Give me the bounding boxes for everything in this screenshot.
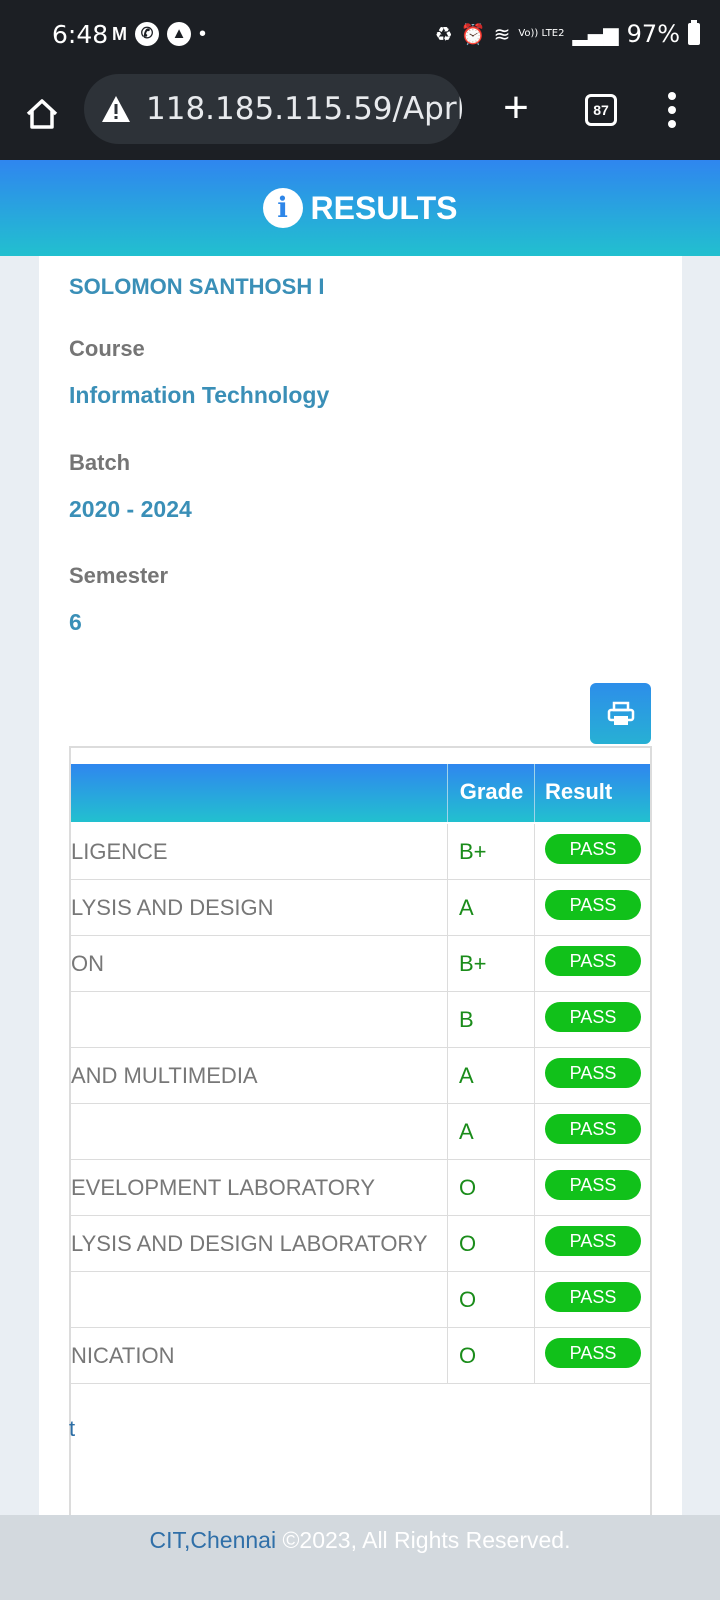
grade-cell: O	[447, 1272, 535, 1328]
status-badge: PASS	[545, 1282, 641, 1312]
signal-icon: ▂▄▆	[572, 22, 619, 46]
batch-label: Batch	[69, 450, 131, 475]
grade-cell: B	[447, 992, 535, 1048]
result-cell: PASS	[534, 992, 650, 1048]
grade-cell: B+	[447, 936, 535, 992]
table-row: NICATION O PASS	[71, 1328, 650, 1384]
result-card: SOLOMON SANTHOSH I Course Information Te…	[39, 256, 682, 1516]
grade-cell: O	[447, 1160, 535, 1216]
table-row: B PASS	[71, 992, 650, 1048]
semester-value: 6	[69, 609, 82, 635]
new-tab-button[interactable]: +	[496, 86, 536, 130]
grade-cell: O	[447, 1328, 535, 1384]
batch-value: 2020 - 2024	[69, 496, 192, 522]
grade-cell: O	[447, 1216, 535, 1272]
notification-icons: M ✆ ▲ •	[112, 22, 206, 46]
volte-icon: Vo)) LTE2	[518, 28, 565, 39]
grade-cell: B+	[447, 824, 535, 880]
grade-cell: A	[447, 1104, 535, 1160]
subject-cell	[71, 1272, 447, 1328]
result-column-header: Result	[534, 764, 650, 822]
battery-percent: 97%	[626, 20, 680, 48]
status-badge: PASS	[545, 890, 641, 920]
table-row: LYSIS AND DESIGN A PASS	[71, 880, 650, 936]
home-button[interactable]	[22, 94, 62, 134]
results-header: i RESULTS	[0, 160, 720, 256]
result-cell: PASS	[534, 1048, 650, 1104]
phone-icon: ✆	[135, 22, 159, 46]
status-badge: PASS	[545, 1002, 641, 1032]
subject-cell: LYSIS AND DESIGN	[71, 895, 274, 920]
status-badge: PASS	[545, 1114, 641, 1144]
grade-cell: A	[447, 1048, 535, 1104]
address-bar[interactable]: 118.185.115.59/AprM	[84, 74, 462, 144]
result-cell: PASS	[534, 1328, 650, 1384]
subject-cell: AND MULTIMEDIA	[71, 1063, 258, 1088]
table-header: Grade Result	[71, 764, 650, 822]
system-icons: ♻ ⏰ ≋ Vo)) LTE2 ▂▄▆ 97%	[435, 20, 700, 48]
wifi-icon: ≋	[493, 22, 511, 46]
gmail-icon: M	[112, 23, 127, 44]
footer-org-link[interactable]: CIT,Chennai	[150, 1527, 277, 1553]
status-bar: 6:48 M ✆ ▲ • ♻ ⏰ ≋ Vo)) LTE2 ▂▄▆ 97%	[0, 0, 720, 72]
subject-cell: LIGENCE	[71, 839, 168, 864]
table-row: A PASS	[71, 1104, 650, 1160]
footer-copyright: ©2023, All Rights Reserved.	[276, 1527, 571, 1553]
table-row: LYSIS AND DESIGN LABORATORY O PASS	[71, 1216, 650, 1272]
footer-text: CIT,Chennai ©2023, All Rights Reserved.	[0, 1527, 720, 1554]
alarm-icon: ⏰	[460, 22, 486, 46]
print-icon	[607, 701, 634, 725]
subject-cell: LYSIS AND DESIGN LABORATORY	[71, 1231, 428, 1256]
table-row: LIGENCE B+ PASS	[71, 824, 650, 880]
table-row: AND MULTIMEDIA A PASS	[71, 1048, 650, 1104]
subject-cell: ON	[71, 951, 104, 976]
url-text: 118.185.115.59/AprM	[146, 91, 462, 127]
course-value: Information Technology	[69, 382, 330, 408]
result-cell: PASS	[534, 1272, 650, 1328]
table-row: EVELOPMENT LABORATORY O PASS	[71, 1160, 650, 1216]
browser-toolbar: 118.185.115.59/AprM + 87	[0, 72, 720, 160]
result-cell: PASS	[534, 1216, 650, 1272]
app-icon: ▲	[167, 22, 191, 46]
status-badge: PASS	[545, 946, 641, 976]
print-button[interactable]	[590, 683, 651, 744]
status-badge: PASS	[545, 1226, 641, 1256]
course-label: Course	[69, 336, 145, 361]
student-name: SOLOMON SANTHOSH I	[69, 274, 325, 299]
grade-column-header: Grade	[447, 764, 535, 822]
result-cell: PASS	[534, 1104, 650, 1160]
table-row: O PASS	[71, 1272, 650, 1328]
tab-switcher-button[interactable]: 87	[585, 94, 617, 126]
result-cell: PASS	[534, 936, 650, 992]
subject-cell	[71, 1104, 447, 1160]
partial-link[interactable]: t	[69, 1416, 75, 1442]
battery-saver-icon: ♻	[434, 22, 453, 46]
results-table[interactable]: Grade Result LIGENCE B+ PASS LYSIS AND D…	[69, 746, 652, 1516]
result-cell: PASS	[534, 880, 650, 936]
grade-cell: A	[447, 880, 535, 936]
status-badge: PASS	[545, 1338, 641, 1368]
table-row: ON B+ PASS	[71, 936, 650, 992]
more-notifications-icon: •	[199, 22, 207, 45]
warning-icon	[102, 96, 130, 122]
semester-label: Semester	[69, 563, 169, 588]
status-badge: PASS	[545, 834, 641, 864]
browser-menu-button[interactable]	[664, 92, 680, 128]
result-cell: PASS	[534, 824, 650, 880]
status-badge: PASS	[545, 1058, 641, 1088]
result-cell: PASS	[534, 1160, 650, 1216]
status-badge: PASS	[545, 1170, 641, 1200]
subject-cell: EVELOPMENT LABORATORY	[71, 1175, 376, 1200]
battery-icon	[688, 20, 700, 45]
footer: CIT,Chennai ©2023, All Rights Reserved.	[0, 1515, 720, 1600]
subject-cell: NICATION	[71, 1343, 175, 1368]
info-icon: i	[262, 188, 303, 228]
subject-cell	[71, 992, 447, 1048]
status-time: 6:48	[52, 20, 109, 49]
home-icon	[26, 99, 58, 129]
page-title: RESULTS	[310, 189, 458, 226]
